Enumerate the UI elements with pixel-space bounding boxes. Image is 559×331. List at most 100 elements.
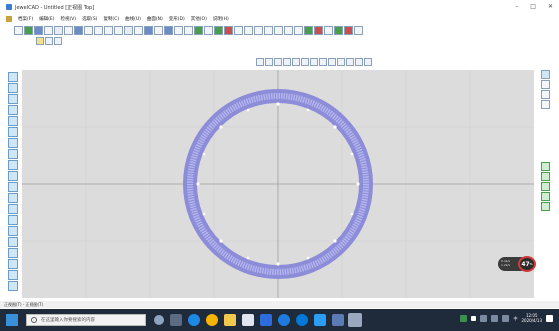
new-file-icon[interactable]: [14, 25, 23, 35]
tool-2-icon[interactable]: [8, 83, 18, 93]
view-3-icon[interactable]: [274, 58, 282, 66]
notification-icon[interactable]: [546, 314, 553, 322]
view-8-icon[interactable]: [319, 58, 327, 66]
tool-1-icon[interactable]: [8, 72, 18, 82]
cortana-icon[interactable]: [154, 315, 164, 325]
tray-app-icon[interactable]: [460, 314, 468, 322]
tool-20-icon[interactable]: [8, 281, 18, 291]
view-13-icon[interactable]: [364, 58, 372, 66]
minimize-button[interactable]: –: [515, 3, 518, 10]
down-arrow2-icon[interactable]: [304, 25, 313, 35]
blank-icon[interactable]: [541, 100, 550, 109]
scale-icon[interactable]: [104, 25, 113, 35]
view-1-icon[interactable]: [256, 58, 264, 66]
menu-view[interactable]: 检视(V): [60, 16, 76, 22]
tool-15-icon[interactable]: [8, 226, 18, 236]
task-view-icon[interactable]: [170, 314, 182, 326]
letter-a2-icon[interactable]: [294, 25, 303, 35]
network-icon[interactable]: [480, 314, 488, 322]
tool-8-icon[interactable]: [8, 149, 18, 159]
color-icon[interactable]: [334, 25, 343, 35]
jewelcad-taskbar-icon[interactable]: [348, 313, 362, 327]
frame-icon[interactable]: [134, 25, 143, 35]
grid-snap-icon[interactable]: [45, 37, 53, 45]
menu-curve[interactable]: 曲线(U): [125, 16, 141, 22]
menu-edit[interactable]: 编辑(E): [39, 16, 54, 22]
green-tool-5-icon[interactable]: [541, 202, 550, 211]
panel-icon[interactable]: [164, 25, 173, 35]
view-4-icon[interactable]: [283, 58, 291, 66]
green-tool-1-icon[interactable]: [541, 162, 550, 171]
ime-indicator[interactable]: 中: [513, 316, 517, 321]
tool-5-icon[interactable]: [8, 116, 18, 126]
search-box[interactable]: 在这里输入你要搜索的内容: [26, 314, 146, 326]
left-arrow-icon[interactable]: [224, 25, 233, 35]
chevron-up-icon[interactable]: [471, 315, 477, 321]
tool-6-icon[interactable]: [8, 127, 18, 137]
menu-surface[interactable]: 曲面(N): [147, 16, 163, 22]
rect-icon[interactable]: [124, 25, 133, 35]
view-12-icon[interactable]: [355, 58, 363, 66]
browser-icon[interactable]: [188, 314, 200, 326]
menu-deform[interactable]: 变形(D): [169, 16, 185, 22]
menu-select[interactable]: 选取(S): [82, 16, 97, 22]
tool-11-icon[interactable]: [8, 182, 18, 192]
letter-a-icon[interactable]: [204, 25, 213, 35]
left-arrow2-icon[interactable]: [314, 25, 323, 35]
ie-icon[interactable]: [314, 314, 326, 326]
tool-app-icon[interactable]: [332, 314, 344, 326]
tool-18-icon[interactable]: [8, 259, 18, 269]
print-icon[interactable]: [44, 25, 53, 35]
close-button[interactable]: ✕: [548, 3, 553, 10]
pencil-icon[interactable]: [36, 37, 44, 45]
menu-help[interactable]: 说明(H): [213, 16, 229, 22]
tool-9-icon[interactable]: [8, 160, 18, 170]
maximize-button[interactable]: □: [530, 3, 536, 10]
node-icon[interactable]: [74, 25, 83, 35]
edge-icon[interactable]: [296, 314, 308, 326]
tool-4-icon[interactable]: [8, 105, 18, 115]
move-icon[interactable]: [54, 25, 63, 35]
zoom-icon[interactable]: [244, 25, 253, 35]
rotate-icon[interactable]: [94, 25, 103, 35]
render-icon[interactable]: [344, 25, 353, 35]
tool-3-icon[interactable]: [8, 94, 18, 104]
tool-12-icon[interactable]: [8, 193, 18, 203]
circle-icon[interactable]: [274, 25, 283, 35]
fill-icon[interactable]: [144, 25, 153, 35]
pointer-icon[interactable]: [541, 90, 550, 99]
save-icon[interactable]: [34, 25, 43, 35]
box2-icon[interactable]: [174, 25, 183, 35]
right-arrow-icon[interactable]: [234, 25, 243, 35]
green-tool-3-icon[interactable]: [541, 182, 550, 191]
store-icon[interactable]: [242, 314, 254, 326]
grid-icon[interactable]: [54, 37, 62, 45]
app-blue-icon[interactable]: [278, 314, 290, 326]
green-tool-4-icon[interactable]: [541, 192, 550, 201]
view-11-icon[interactable]: [346, 58, 354, 66]
clock[interactable]: 12:05 2020/4/13: [521, 313, 542, 323]
view-10-icon[interactable]: [337, 58, 345, 66]
down-arrow-icon[interactable]: [214, 25, 223, 35]
zoom-fit-icon[interactable]: [264, 25, 273, 35]
folder-icon[interactable]: [224, 314, 236, 326]
shade-mode-icon[interactable]: [541, 70, 550, 79]
view-6-icon[interactable]: [301, 58, 309, 66]
chrome-icon[interactable]: [206, 314, 218, 326]
mail-icon[interactable]: [260, 314, 272, 326]
window-icon[interactable]: [154, 25, 163, 35]
box-icon[interactable]: [114, 25, 123, 35]
tool-19-icon[interactable]: [8, 270, 18, 280]
tool-10-icon[interactable]: [8, 171, 18, 181]
right-arrow2-icon[interactable]: [324, 25, 333, 35]
volume-icon[interactable]: [491, 314, 499, 322]
green-tool-2-icon[interactable]: [541, 172, 550, 181]
battery-icon[interactable]: [502, 314, 510, 322]
tool-13-icon[interactable]: [8, 204, 18, 214]
edit-point-icon[interactable]: [84, 25, 93, 35]
menu-copy[interactable]: 复制(C): [103, 16, 119, 22]
drawing-canvas[interactable]: [22, 70, 534, 298]
menu-other[interactable]: 其他(O): [191, 16, 207, 22]
zoom-window-icon[interactable]: [284, 25, 293, 35]
grid-icon[interactable]: [184, 25, 193, 35]
